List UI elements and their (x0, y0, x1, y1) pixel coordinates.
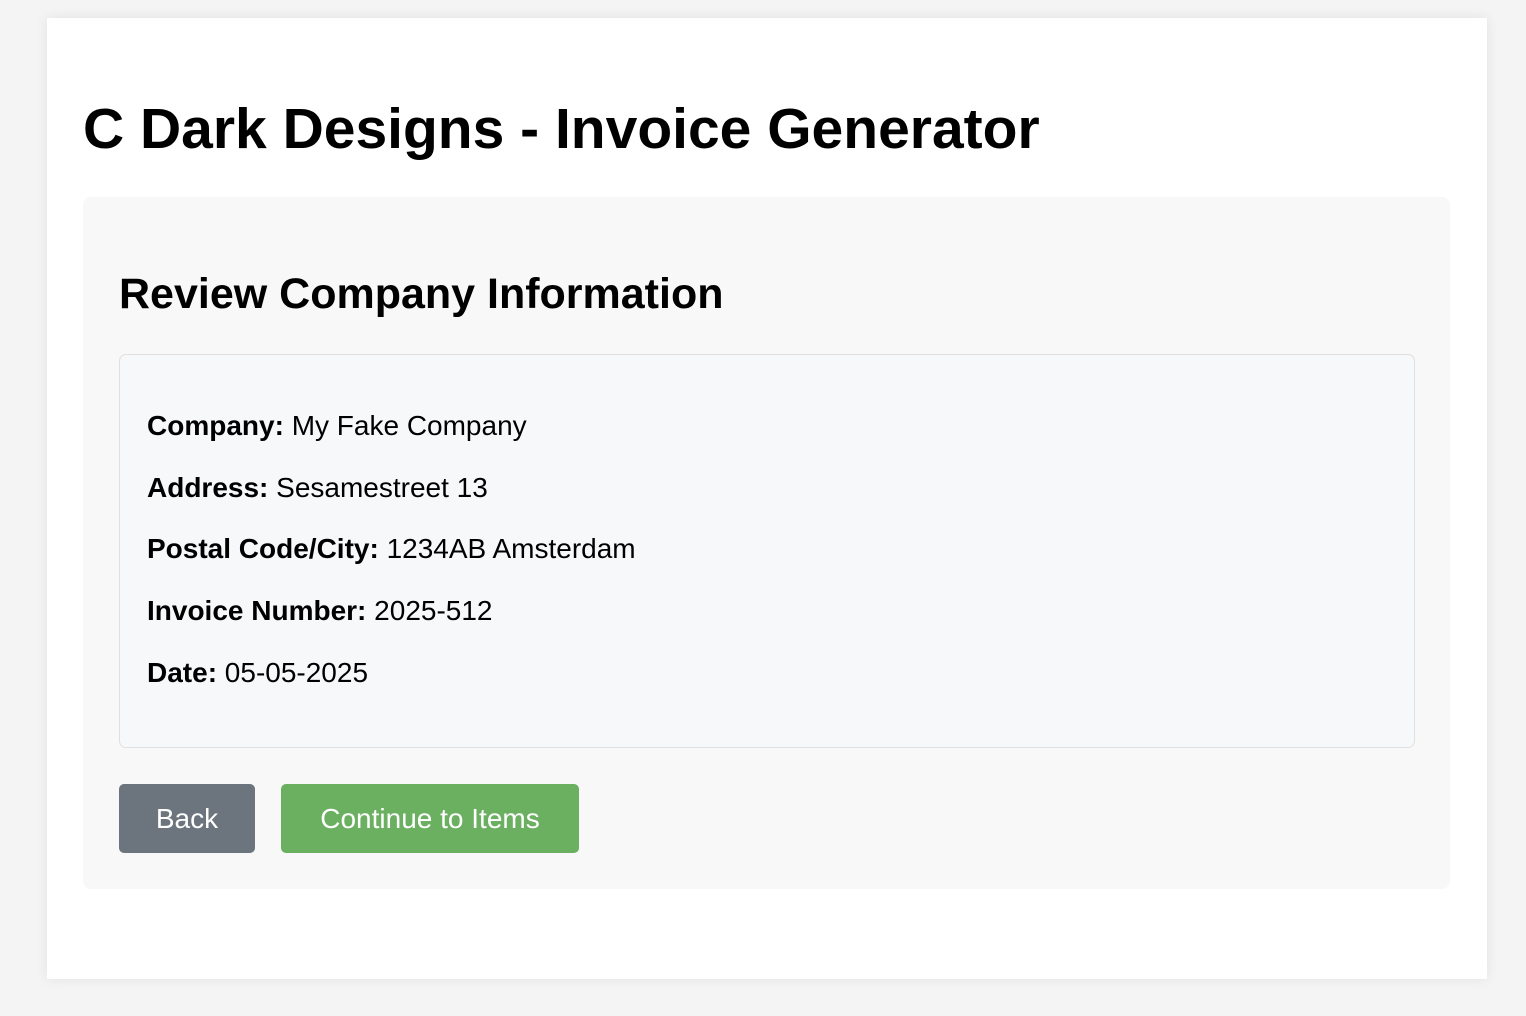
company-row: Company: My Fake Company (147, 410, 527, 442)
company-label: Company: (147, 410, 292, 441)
invoice-number-value: 2025-512 (374, 595, 493, 626)
continue-to-items-button[interactable]: Continue to Items (281, 784, 579, 853)
date-label: Date: (147, 657, 225, 688)
date-row: Date: 05-05-2025 (147, 657, 368, 689)
company-value: My Fake Company (291, 410, 527, 441)
address-row: Address: Sesamestreet 13 (147, 472, 488, 504)
address-value: Sesamestreet 13 (276, 472, 488, 503)
review-step-panel: Review Company Information Company: My F… (83, 197, 1450, 889)
address-label: Address: (147, 472, 277, 503)
date-value: 05-05-2025 (224, 657, 369, 688)
section-title: Review Company Information (119, 270, 724, 318)
back-button[interactable]: Back (119, 784, 255, 853)
postal-city-label: Postal Code/City: (147, 533, 387, 564)
invoice-number-label: Invoice Number: (147, 595, 375, 626)
postal-city-row: Postal Code/City: 1234AB Amsterdam (147, 533, 636, 565)
page-title: C Dark Designs - Invoice Generator (83, 97, 1040, 161)
company-info-box: Company: My Fake Company Address: Sesame… (119, 354, 1415, 748)
invoice-number-row: Invoice Number: 2025-512 (147, 595, 493, 627)
postal-city-value: 1234AB Amsterdam (386, 533, 636, 564)
invoice-generator-container: C Dark Designs - Invoice Generator Revie… (47, 18, 1487, 979)
